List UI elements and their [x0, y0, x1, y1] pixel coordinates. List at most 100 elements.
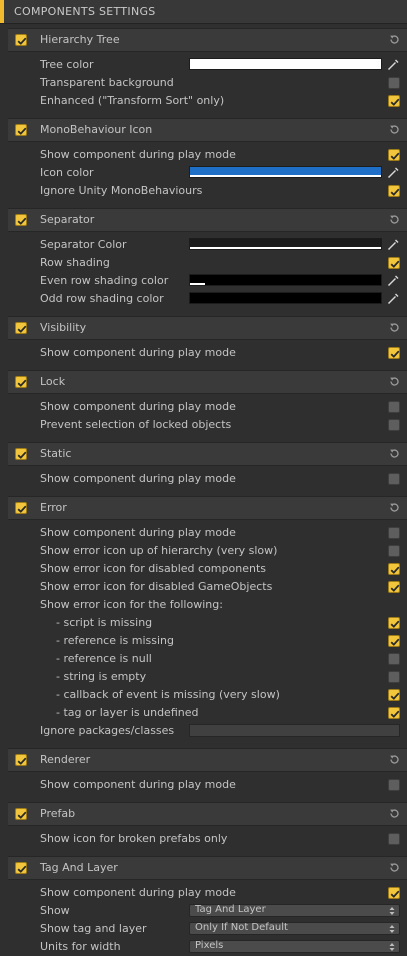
eyedropper-icon[interactable]	[387, 166, 400, 179]
color-row-odd-row-shading-color: Odd row shading color	[0, 290, 407, 308]
setting-checkbox[interactable]	[388, 689, 400, 701]
section-title: Hierarchy Tree	[40, 33, 120, 46]
setting-label: Odd row shading color	[40, 292, 164, 305]
reset-icon[interactable]	[388, 861, 401, 874]
section-toggle-checkbox[interactable]	[15, 376, 27, 388]
setting-row-show-component-during-play-mode: Show component during play mode	[0, 884, 407, 902]
setting-checkbox[interactable]	[388, 77, 400, 89]
setting-checkbox[interactable]	[388, 635, 400, 647]
ignore-packages-input[interactable]	[189, 724, 400, 737]
setting-checkbox[interactable]	[388, 473, 400, 485]
section-header-lock: Lock	[8, 370, 407, 394]
setting-checkbox[interactable]	[388, 833, 400, 845]
section-toggle-checkbox[interactable]	[15, 34, 27, 46]
setting-label: Show tag and layer	[40, 922, 147, 935]
setting-label: Transparent background	[40, 76, 174, 89]
color-field[interactable]	[189, 166, 382, 178]
dropdown-select[interactable]: Only If Not Default	[189, 922, 400, 935]
setting-checkbox[interactable]	[388, 653, 400, 665]
reset-icon[interactable]	[388, 501, 401, 514]
setting-label: Show component during play mode	[40, 778, 236, 791]
section-toggle-checkbox[interactable]	[15, 862, 27, 874]
color-field[interactable]	[189, 238, 382, 250]
setting-label: Show error icon for disabled GameObjects	[40, 580, 273, 593]
alpha-bar	[190, 247, 381, 249]
alpha-bar	[190, 283, 206, 285]
setting-checkbox[interactable]	[388, 581, 400, 593]
setting-checkbox[interactable]	[388, 563, 400, 575]
setting-checkbox[interactable]	[388, 95, 400, 107]
setting-checkbox[interactable]	[388, 527, 400, 539]
setting-label: - reference is null	[56, 652, 152, 665]
updown-arrow-icon	[389, 906, 395, 916]
section-toggle-checkbox[interactable]	[15, 124, 27, 136]
setting-label: Show error icon for the following:	[40, 598, 223, 611]
section-toggle-checkbox[interactable]	[15, 322, 27, 334]
reset-icon[interactable]	[388, 753, 401, 766]
eyedropper-icon[interactable]	[387, 274, 400, 287]
setting-row-prevent-selection-of-locked-objects: Prevent selection of locked objects	[0, 416, 407, 434]
setting-checkbox[interactable]	[388, 419, 400, 431]
color-field[interactable]	[189, 292, 382, 304]
color-field[interactable]	[189, 274, 382, 286]
reset-icon[interactable]	[388, 447, 401, 460]
setting-label: - string is empty	[56, 670, 147, 683]
setting-label: Even row shading color	[40, 274, 169, 287]
section-toggle-checkbox[interactable]	[15, 754, 27, 766]
reset-icon[interactable]	[388, 375, 401, 388]
setting-row-transparent-background: Transparent background	[0, 74, 407, 92]
setting-label: Show error icon for disabled components	[40, 562, 266, 575]
dropdown-select[interactable]: Tag And Layer	[189, 904, 400, 917]
reset-icon[interactable]	[388, 321, 401, 334]
setting-label: Ignore packages/classes	[40, 724, 175, 737]
setting-checkbox[interactable]	[388, 707, 400, 719]
setting-checkbox[interactable]	[388, 545, 400, 557]
eyedropper-icon[interactable]	[387, 292, 400, 305]
reset-icon[interactable]	[388, 213, 401, 226]
setting-checkbox[interactable]	[388, 779, 400, 791]
color-row-even-row-shading-color: Even row shading color	[0, 272, 407, 290]
setting-checkbox[interactable]	[388, 347, 400, 359]
setting-label: Show component during play mode	[40, 148, 236, 161]
setting-checkbox[interactable]	[388, 671, 400, 683]
setting-checkbox[interactable]	[388, 257, 400, 269]
eyedropper-icon[interactable]	[387, 58, 400, 71]
setting-row-show-component-during-play-mode: Show component during play mode	[0, 524, 407, 542]
reset-icon[interactable]	[388, 807, 401, 820]
settings-header: COMPONENTS SETTINGS	[0, 0, 407, 24]
setting-checkbox[interactable]	[388, 149, 400, 161]
section-title: Renderer	[40, 753, 91, 766]
setting-label: Ignore Unity MonoBehaviours	[40, 184, 203, 197]
settings-title: COMPONENTS SETTINGS	[14, 5, 156, 18]
setting-label: Enhanced ("Transform Sort" only)	[40, 94, 225, 107]
setting-label: Show	[40, 904, 70, 917]
setting-row-enhanced-transform-sort-only: Enhanced ("Transform Sort" only)	[0, 92, 407, 110]
reset-icon[interactable]	[388, 123, 401, 136]
alpha-bar	[190, 67, 234, 69]
setting-checkbox[interactable]	[388, 887, 400, 899]
color-row-icon-color: Icon color	[0, 164, 407, 182]
section-title: Error	[40, 501, 67, 514]
setting-checkbox[interactable]	[388, 617, 400, 629]
color-field[interactable]	[189, 58, 382, 70]
setting-checkbox[interactable]	[388, 401, 400, 413]
reset-icon[interactable]	[388, 33, 401, 46]
dropdown-select[interactable]: Pixels	[189, 940, 400, 953]
setting-label: - tag or layer is undefined	[56, 706, 199, 719]
section-toggle-checkbox[interactable]	[15, 808, 27, 820]
setting-row-callback-of-event-is-missing-very-slow: - callback of event is missing (very slo…	[0, 686, 407, 704]
section-title: Static	[40, 447, 72, 460]
setting-row-show-component-during-play-mode: Show component during play mode	[0, 146, 407, 164]
eyedropper-icon[interactable]	[387, 238, 400, 251]
section-toggle-checkbox[interactable]	[15, 502, 27, 514]
section-toggle-checkbox[interactable]	[15, 448, 27, 460]
setting-label: - callback of event is missing (very slo…	[56, 688, 280, 701]
setting-label: Show component during play mode	[40, 472, 236, 485]
setting-checkbox[interactable]	[388, 185, 400, 197]
section-title: Tag And Layer	[40, 861, 118, 874]
setting-row-script-is-missing: - script is missing	[0, 614, 407, 632]
section-header-hierarchy-tree: Hierarchy Tree	[8, 28, 407, 52]
section-header-separator: Separator	[8, 208, 407, 232]
section-toggle-checkbox[interactable]	[15, 214, 27, 226]
setting-row-show-error-icon-for-disabled-gameobjects: Show error icon for disabled GameObjects	[0, 578, 407, 596]
